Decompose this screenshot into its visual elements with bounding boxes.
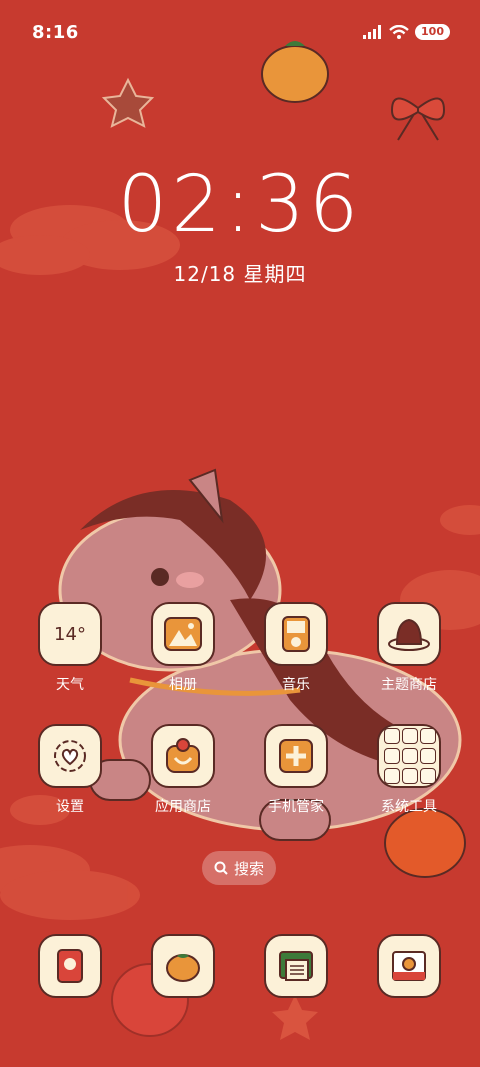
search-icon <box>214 861 228 875</box>
app-label: 天气 <box>56 677 84 693</box>
bow-decoration <box>390 97 446 141</box>
shield-plus-icon <box>264 724 328 788</box>
music-icon <box>264 602 328 666</box>
gear-icon <box>38 724 102 788</box>
app-label: 音乐 <box>282 677 310 693</box>
status-time: 8:16 <box>32 22 79 43</box>
app-settings[interactable]: 设置 <box>15 724 125 816</box>
phone-icon <box>38 934 102 998</box>
app-label: 主题商店 <box>381 677 437 693</box>
weather-temp: 14° <box>54 623 86 645</box>
star-decoration <box>101 77 155 128</box>
search-label: 搜索 <box>233 859 264 878</box>
dock-phone[interactable] <box>15 934 125 998</box>
app-label: 相册 <box>169 677 197 693</box>
gallery-icon <box>151 602 215 666</box>
app-label: 手机管家 <box>268 799 324 815</box>
app-music[interactable]: 音乐 <box>241 602 351 694</box>
app-label: 应用商店 <box>155 799 211 815</box>
weather-icon: 14° <box>38 602 102 666</box>
folder-system-tools[interactable]: 系统工具 <box>354 724 464 816</box>
camera-icon <box>377 934 441 998</box>
dock-camera[interactable] <box>354 934 464 998</box>
app-label: 系统工具 <box>381 799 437 815</box>
dock-persimmon[interactable] <box>128 934 238 998</box>
app-label: 设置 <box>56 799 84 815</box>
app-store-icon <box>151 724 215 788</box>
lock-clock: 02:36 <box>117 160 363 250</box>
app-security[interactable]: 手机管家 <box>241 724 351 816</box>
persimmon-icon <box>151 934 215 998</box>
dock-messages[interactable] <box>241 934 351 998</box>
messages-icon <box>264 934 328 998</box>
app-store[interactable]: 应用商店 <box>128 724 238 816</box>
lock-date: 12/18 星期四 <box>173 262 307 286</box>
search-button[interactable]: 搜索 <box>202 851 276 885</box>
persimmon-decoration <box>384 808 466 878</box>
app-weather[interactable]: 14° 天气 <box>15 602 125 694</box>
status-bar: 8:16 100 <box>0 0 480 68</box>
wifi-icon <box>389 25 409 39</box>
theme-store-icon <box>377 602 441 666</box>
battery-indicator: 100 <box>415 24 450 40</box>
folder-icon <box>377 724 441 788</box>
signal-icon <box>363 25 382 39</box>
app-gallery[interactable]: 相册 <box>128 602 238 694</box>
app-themes[interactable]: 主题商店 <box>354 602 464 694</box>
